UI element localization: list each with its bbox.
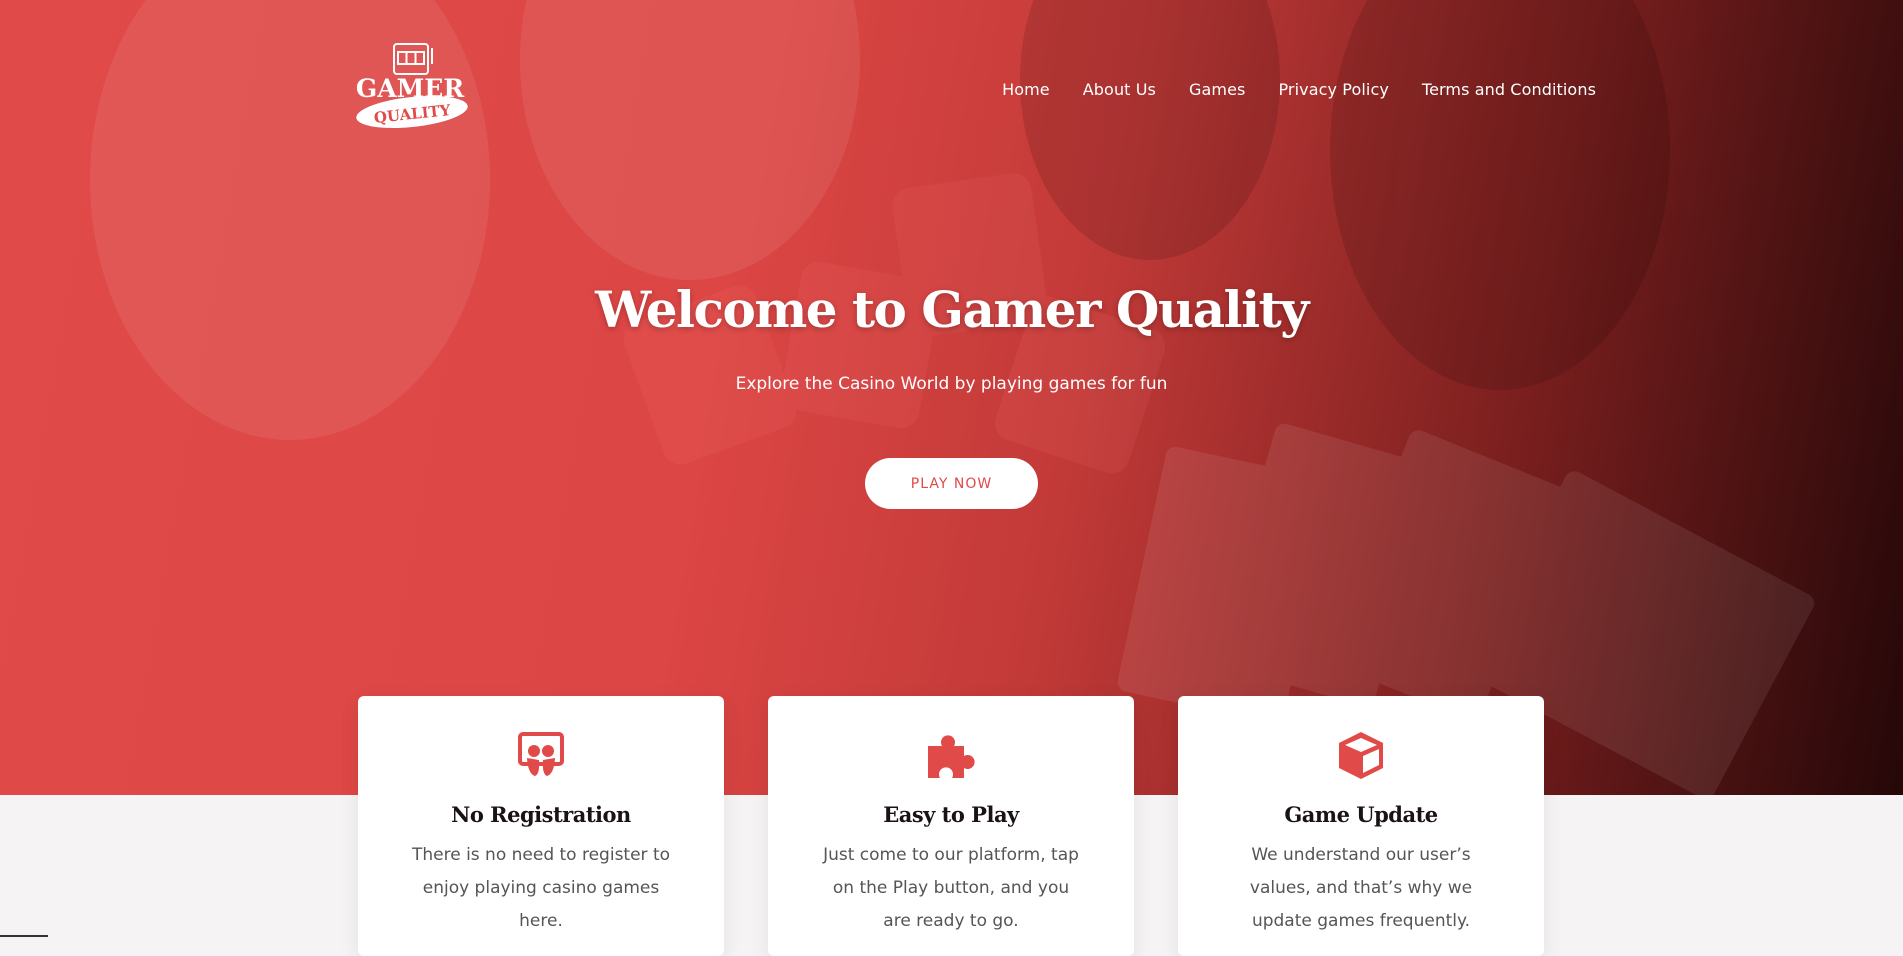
nav-about-us[interactable]: About Us [1083, 80, 1156, 99]
site-logo[interactable]: GAMER QUALITY [352, 40, 472, 132]
hero-subtitle: Explore the Casino World by playing game… [735, 374, 1168, 394]
feature-title: Game Update [1284, 802, 1438, 827]
feature-card-easy-to-play: Easy to Play Just come to our platform, … [768, 696, 1134, 956]
nav-home[interactable]: Home [1002, 80, 1050, 99]
feature-card-game-update: Game Update We understand our user’s val… [1178, 696, 1544, 956]
slideshare-icon [518, 732, 564, 776]
feature-card-no-registration: No Registration There is no need to regi… [358, 696, 724, 956]
nav-games[interactable]: Games [1189, 80, 1245, 99]
casino-background-image [90, 0, 1815, 795]
hero-section: GAMER QUALITY Home About Us Games Privac… [0, 0, 1903, 795]
hero-title: Welcome to Gamer Quality [595, 280, 1309, 339]
feature-text: We understand our user’s values, and tha… [1249, 845, 1473, 931]
feature-text: Just come to our platform, tap on the Pl… [823, 845, 1079, 931]
slot-machine-icon [393, 43, 433, 75]
feature-title: Easy to Play [883, 802, 1019, 827]
feature-cards: No Registration There is no need to regi… [358, 696, 1544, 956]
puzzle-piece-icon [928, 735, 975, 778]
cube-icon [1339, 732, 1383, 779]
nav-privacy-policy[interactable]: Privacy Policy [1278, 80, 1388, 99]
nav-terms-and-conditions[interactable]: Terms and Conditions [1422, 80, 1596, 99]
main-nav: Home About Us Games Privacy Policy Terms… [1002, 80, 1596, 99]
feature-title: No Registration [451, 802, 631, 827]
play-now-button[interactable]: PLAY NOW [865, 458, 1038, 509]
feature-text: There is no need to register to enjoy pl… [411, 845, 671, 931]
